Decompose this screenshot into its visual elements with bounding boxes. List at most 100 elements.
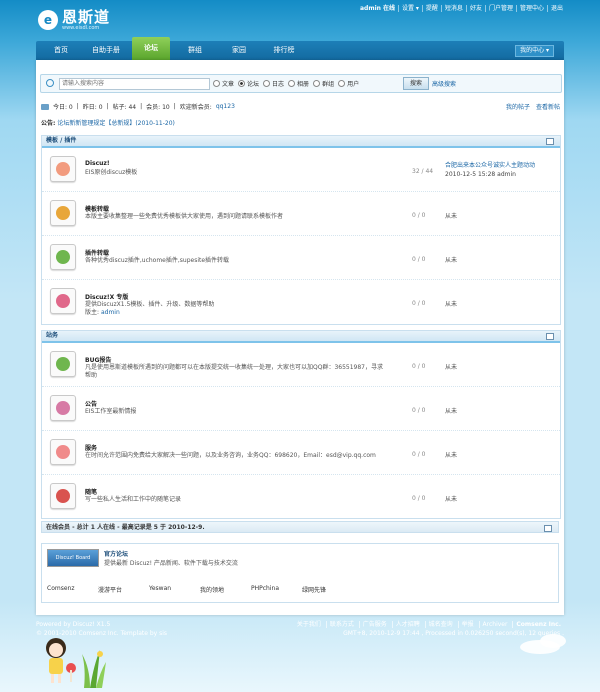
forum-name[interactable]: BUG报告 xyxy=(85,355,111,364)
forum-name[interactable]: 服务 xyxy=(85,443,97,452)
link-item[interactable]: 漫游平台 xyxy=(98,585,149,594)
announcement-link[interactable]: 论坛新新管理规定【总新规】(2010-11-20) xyxy=(57,120,175,127)
my-center-button[interactable]: 我的中心 ▾ xyxy=(515,45,554,57)
last-post: 从未 xyxy=(445,257,458,264)
forum-desc: EIS原创discuz模板 xyxy=(85,169,138,176)
radio-group[interactable]: 群组 xyxy=(313,79,334,88)
footer-link[interactable]: 城名查询 xyxy=(424,621,456,628)
nav-groups[interactable]: 群组 xyxy=(176,41,214,60)
nav-home-space[interactable]: 家园 xyxy=(220,41,258,60)
forum-count: 0 / 0 xyxy=(412,212,426,219)
forum-desc: EIS工作室最新情报 xyxy=(85,408,137,415)
friend-links: Discuz! Board 官方论坛 提供最新 Discuz! 产品新闻、软件下… xyxy=(41,543,559,603)
link-item[interactable]: Yeswan xyxy=(149,585,200,594)
site-title: 恩斯道 xyxy=(62,8,111,26)
moderator-link[interactable]: admin xyxy=(101,309,120,316)
radio-user[interactable]: 用户 xyxy=(338,79,359,88)
forum-desc: 凡是使用恩斯道模板所遇到的问题都可以在本版提交统一收集统一处理，大家也可以加QQ… xyxy=(85,364,383,379)
footer-link[interactable]: 关于我们 xyxy=(294,621,324,628)
stat-posts: 帖子: 44 xyxy=(112,104,137,111)
online-summary: 在线会员 - 总计 1 人在线 - 最高记录是 5 于 2010-12-9. xyxy=(46,524,205,531)
forum-count: 0 / 0 xyxy=(412,300,426,307)
collapse-icon[interactable] xyxy=(546,138,554,145)
announcement-label: 公告: xyxy=(41,120,56,127)
collapse-icon[interactable] xyxy=(544,525,552,532)
footer-link[interactable]: Comsenz Inc. xyxy=(512,621,564,628)
forum-desc: 提供DiscuzX1.5模板、插件、升级、数据等帮助 版主: admin xyxy=(85,301,215,316)
radio-album[interactable]: 相册 xyxy=(288,79,309,88)
forum-name[interactable]: 随笔 xyxy=(85,487,97,496)
radio-article[interactable]: 文章 xyxy=(213,79,234,88)
messages-link[interactable]: 短消息 xyxy=(440,5,466,12)
user-status[interactable]: admin 在线 xyxy=(357,5,398,12)
moderator-label: 版主: xyxy=(85,309,100,316)
forum-name[interactable]: 公告 xyxy=(85,399,97,408)
logout-link[interactable]: 退出 xyxy=(546,5,566,12)
forum-icon[interactable] xyxy=(50,439,76,465)
nav-ranking[interactable]: 排行榜 xyxy=(264,41,304,60)
forum-icon[interactable] xyxy=(50,351,76,377)
footer-link[interactable]: 联系方式 xyxy=(325,621,357,628)
nav-home[interactable]: 首页 xyxy=(42,41,80,60)
link-item[interactable]: PHPchina xyxy=(251,585,302,594)
search-input[interactable] xyxy=(59,78,210,90)
search-button[interactable]: 搜索 xyxy=(403,77,429,90)
forum-count: 32 / 44 xyxy=(412,168,434,175)
footer-link[interactable]: 举报 xyxy=(457,621,477,628)
search-bar: 文章 论坛 日志 相册 群组 用户 搜索 高级搜索 xyxy=(40,74,562,93)
online-members-bar[interactable]: 在线会员 - 总计 1 人在线 - 最高记录是 5 于 2010-12-9. xyxy=(41,521,559,533)
forum-name[interactable]: 插件转载 xyxy=(85,248,109,257)
last-post-title[interactable]: 合肥出来本公众号诚实人主题动动 xyxy=(445,161,535,170)
forum-row: BUG报告 凡是使用恩斯道模板所遇到的问题都可以在本版提交统一收集统一处理，大家… xyxy=(42,343,560,387)
newest-member-link[interactable]: qq123 xyxy=(216,103,235,110)
site-logo[interactable]: e 恩斯道 www.eisdl.com xyxy=(38,9,110,31)
forum-icon[interactable] xyxy=(50,483,76,509)
link-item[interactable]: Comsenz xyxy=(47,585,98,594)
stat-today: 今日: 0 xyxy=(53,104,73,111)
forum-name[interactable]: Discuz! xyxy=(85,160,110,167)
forum-icon[interactable] xyxy=(50,395,76,421)
forum-icon[interactable] xyxy=(50,156,76,182)
new-posts-link[interactable]: 查看新帖 xyxy=(536,102,560,111)
last-post: 从未 xyxy=(445,301,458,308)
last-post-meta: 2010-12-5 15:28 admin xyxy=(445,171,516,178)
girl-illustration xyxy=(46,638,76,683)
forum-icon[interactable] xyxy=(50,288,76,314)
forum-name[interactable]: 模板转载 xyxy=(85,204,109,213)
link-item[interactable]: 绿网先锋 xyxy=(302,585,353,594)
advanced-search-link[interactable]: 高级搜索 xyxy=(432,79,456,88)
forum-name[interactable]: Discuz!X 专版 xyxy=(85,292,128,301)
group-title: 站务 xyxy=(46,332,59,339)
my-posts-link[interactable]: 我的帖子 xyxy=(506,102,530,111)
radio-forum[interactable]: 论坛 xyxy=(238,79,259,88)
nav-forum[interactable]: 论坛 xyxy=(132,37,170,60)
link-item[interactable]: 我的领地 xyxy=(200,585,251,594)
footer-link[interactable]: 人才招聘 xyxy=(391,621,423,628)
nav-manual[interactable]: 自助手册 xyxy=(86,41,126,60)
forum-count: 0 / 0 xyxy=(412,407,426,414)
logo-icon: e xyxy=(38,10,58,30)
footer-link[interactable]: 广告服务 xyxy=(358,621,390,628)
link-title[interactable]: 官方论坛 xyxy=(104,549,128,558)
radio-blog[interactable]: 日志 xyxy=(263,79,284,88)
gmt-info: GMT+8, 2010-12-9 17:44 , Processed in 0.… xyxy=(343,630,564,637)
forum-desc: 写一些私人生活和工作中的随笔记录 xyxy=(85,496,182,503)
powered-by: Powered by Discuz! X1.5 xyxy=(36,621,111,628)
forum-row: 随笔 写一些私人生活和工作中的随笔记录 0 / 0 从未 xyxy=(42,475,560,518)
friends-link[interactable]: 好友 xyxy=(465,5,485,12)
last-post: 从未 xyxy=(445,452,458,459)
forum-desc: 本版主要收集整理一些免费优秀模板供大家使用，遇到问题请联系模板作者 xyxy=(85,213,284,220)
discuz-logo[interactable]: Discuz! Board xyxy=(47,549,99,567)
forum-stats: 今日: 0 | 昨日: 0 | 帖子: 44 | 会员: 10 | 欢迎新会员: qq1… xyxy=(41,102,235,111)
forum-icon[interactable] xyxy=(50,200,76,226)
search-icon xyxy=(46,79,54,87)
notifications-link[interactable]: 提醒 xyxy=(421,5,441,12)
admin-center-link[interactable]: 管理中心 xyxy=(515,5,547,12)
portal-admin-link[interactable]: 门户管理 xyxy=(484,5,516,12)
last-post: 从未 xyxy=(445,213,458,220)
footer-link[interactable]: Archiver xyxy=(478,621,511,628)
settings-link[interactable]: 设置 ▾ xyxy=(397,5,422,12)
collapse-icon[interactable] xyxy=(546,333,554,340)
text-links: Comsenz 漫游平台 Yeswan 我的领地 PHPchina 绿网先锋 xyxy=(47,585,353,594)
forum-icon[interactable] xyxy=(50,244,76,270)
